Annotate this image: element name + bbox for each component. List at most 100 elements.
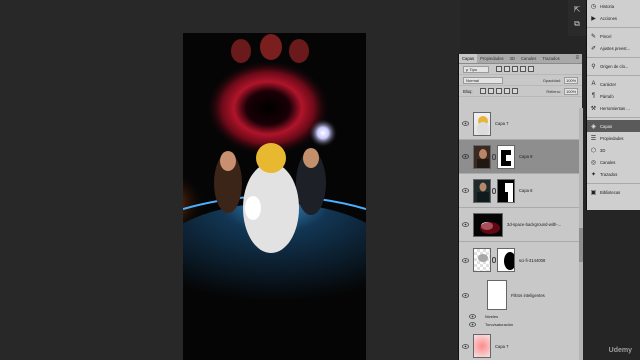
dock-item-brush-presets[interactable]: ✐ Ajustes preest... xyxy=(587,42,640,54)
tab-layers[interactable]: Capas xyxy=(459,54,478,63)
dock-item-3d[interactable]: ⬡ 3D xyxy=(587,144,640,156)
dock-item-channels[interactable]: ◎ Canales xyxy=(587,156,640,168)
layer-row[interactable]: Capa 8 xyxy=(459,174,579,208)
dock-item-properties[interactable]: ☰ Propiedades xyxy=(587,132,640,144)
layer-thumbnail xyxy=(473,178,491,203)
fill-label: Relleno: xyxy=(546,88,561,94)
paths-icon: ✦ xyxy=(590,171,597,178)
filter-shape-icon[interactable] xyxy=(520,66,526,72)
layer-row-selected[interactable]: Capa 9 xyxy=(459,140,579,174)
filter-pixel-icon[interactable] xyxy=(496,66,502,72)
dock-item-layers[interactable]: ◈ Capas xyxy=(587,120,640,132)
scrollbar-thumb[interactable] xyxy=(579,228,583,262)
filter-kind-select[interactable]: ρ Tipo xyxy=(463,65,489,73)
link-chain-icon[interactable] xyxy=(492,153,496,160)
fill-input[interactable]: 100% xyxy=(564,87,578,95)
filter-icons xyxy=(496,66,534,72)
smart-filter-mask-thumbnail[interactable] xyxy=(487,280,507,310)
layer-thumbnail xyxy=(473,248,491,272)
lock-artboard-icon[interactable] xyxy=(503,88,510,94)
layers-icon: ◈ xyxy=(591,123,596,130)
3d-icon: ⬡ xyxy=(590,147,597,154)
visibility-eye-icon[interactable] xyxy=(459,188,471,193)
layer-row[interactable]: 3d-space-background-with-... xyxy=(459,208,579,242)
channels-icon: ◎ xyxy=(590,159,597,166)
brush-icon: ✎ xyxy=(590,33,597,40)
layers-scrollbar[interactable] xyxy=(579,108,583,360)
layer-mask-thumbnail[interactable] xyxy=(497,178,515,203)
visibility-eye-icon[interactable] xyxy=(459,292,471,298)
filter-adjustment-icon[interactable] xyxy=(504,66,510,72)
canvas-area[interactable] xyxy=(0,0,460,360)
dock-item-paths[interactable]: ✦ Trazados xyxy=(587,168,640,180)
layer-row[interactable]: Capa 7 xyxy=(459,108,579,140)
filter-item-hue-saturation[interactable]: Tono/saturación xyxy=(459,320,579,328)
lock-position-icon[interactable] xyxy=(495,88,502,94)
tab-properties[interactable]: Propiedades xyxy=(477,54,507,63)
opacity-input[interactable]: 100% xyxy=(564,76,578,84)
layer-thumbnail xyxy=(473,212,503,237)
layer-thumbnail xyxy=(473,144,491,169)
layer-row[interactable]: Capa 7 xyxy=(459,332,579,360)
lock-paint-icon[interactable] xyxy=(487,88,494,94)
paragraph-icon: ¶ xyxy=(591,93,596,99)
dock-item-actions[interactable]: ▶ Acciones xyxy=(587,12,640,24)
lock-transparency-icon[interactable] xyxy=(479,88,486,94)
layer-mask-thumbnail[interactable] xyxy=(497,144,515,169)
layer-mask-thumbnail[interactable] xyxy=(497,248,515,272)
dock-item-libraries[interactable]: ▣ Bibliotecas xyxy=(587,186,640,198)
brush-presets-icon: ✐ xyxy=(590,45,597,52)
dock-item-tool-presets[interactable]: ⚒ Herramientas ... xyxy=(587,102,640,114)
panel-tab-bar: Capas Propiedades 3D Canales Trazados ≡ xyxy=(459,54,582,64)
layer-row[interactable]: sci-fi-3144008 xyxy=(459,242,579,278)
visibility-eye-icon[interactable] xyxy=(459,343,471,349)
lock-row: Bloq: Relleno: 100% xyxy=(459,86,582,97)
clone-icon[interactable]: ⧉ xyxy=(570,18,584,30)
visibility-eye-icon[interactable] xyxy=(459,321,485,327)
smart-filters-row[interactable]: Filtros inteligentes xyxy=(459,278,579,312)
tab-3d[interactable]: 3D xyxy=(507,54,518,63)
link-chain-icon[interactable] xyxy=(492,257,496,263)
panel-menu-icon[interactable]: ≡ xyxy=(572,54,582,63)
history-icon: ◷ xyxy=(590,3,597,10)
panel-dock: ◷ Historia ▶ Acciones ✎ Pincel ✐ Ajustes pre… xyxy=(586,0,640,210)
opacity-label: Opacidad: xyxy=(542,77,561,83)
layer-thumbnail xyxy=(473,334,491,358)
lock-icons xyxy=(479,88,518,94)
layer-name: Capa 7 xyxy=(495,343,509,349)
dock-item-clone-source[interactable]: ⚲ Origen de clo... xyxy=(587,60,640,72)
smart-filters-label: Filtros inteligentes xyxy=(511,292,545,298)
layers-panel: Capas Propiedades 3D Canales Trazados ≡ … xyxy=(458,54,583,360)
layer-name: Capa 8 xyxy=(519,188,533,193)
visibility-eye-icon[interactable] xyxy=(459,222,471,227)
collapsed-tool-strip: ⇱ ⧉ xyxy=(568,0,586,36)
lock-all-icon[interactable] xyxy=(511,88,518,94)
visibility-eye-icon[interactable] xyxy=(459,257,471,263)
blend-mode-select[interactable]: Normal xyxy=(463,76,503,84)
character-icon: A xyxy=(591,81,596,87)
dock-item-brush[interactable]: ✎ Pincel xyxy=(587,30,640,42)
lock-label: Bloq: xyxy=(463,88,473,94)
dock-item-paragraph[interactable]: ¶ Párrafo xyxy=(587,90,640,102)
document-canvas[interactable] xyxy=(183,33,366,360)
visibility-eye-icon[interactable] xyxy=(459,154,471,159)
filter-smart-object-icon[interactable] xyxy=(528,66,534,72)
link-chain-icon[interactable] xyxy=(492,187,496,194)
arrange-icon[interactable]: ⇱ xyxy=(570,3,584,15)
blend-row: Normal Opacidad: 100% xyxy=(459,75,582,86)
tab-channels[interactable]: Canales xyxy=(518,54,539,63)
filter-row: ρ Tipo xyxy=(459,64,582,75)
layer-name: Capa 9 xyxy=(519,154,533,159)
dock-item-character[interactable]: A Carácter xyxy=(587,78,640,90)
space-poster-artwork xyxy=(183,33,366,360)
tool-presets-icon: ⚒ xyxy=(590,105,597,112)
visibility-eye-icon[interactable] xyxy=(459,313,485,319)
tab-paths[interactable]: Trazados xyxy=(539,54,562,63)
visibility-eye-icon[interactable] xyxy=(459,121,471,126)
filter-type-icon[interactable] xyxy=(512,66,518,72)
layer-thumbnail xyxy=(473,111,491,136)
filter-item-levels[interactable]: Niveles xyxy=(459,312,579,320)
layer-name: Capa 7 xyxy=(495,121,509,126)
properties-icon: ☰ xyxy=(590,135,597,142)
dock-item-history[interactable]: ◷ Historia xyxy=(587,0,640,12)
